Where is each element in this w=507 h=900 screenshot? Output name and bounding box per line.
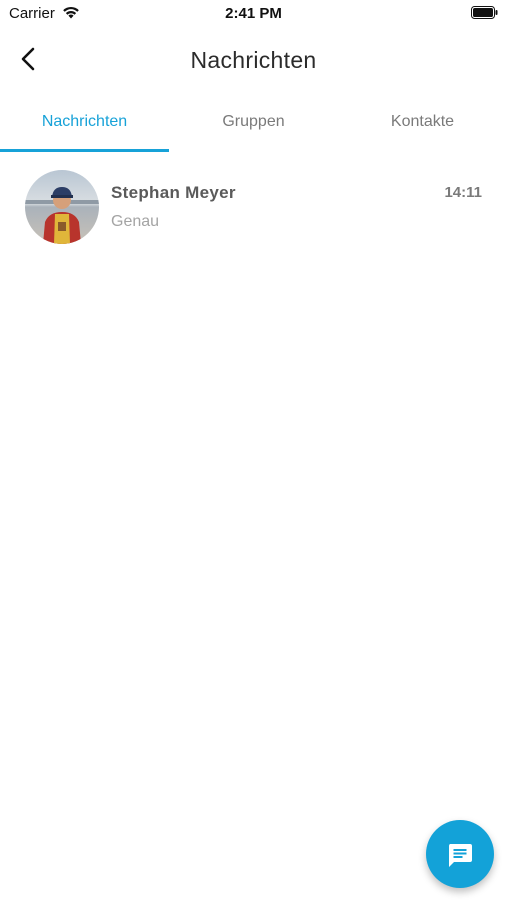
tab-kontakte[interactable]: Kontakte bbox=[338, 96, 507, 152]
new-message-button[interactable] bbox=[426, 820, 494, 888]
navigation-bar: Nachrichten bbox=[0, 28, 507, 94]
tab-gruppen[interactable]: Gruppen bbox=[169, 96, 338, 152]
tab-label: Gruppen bbox=[222, 113, 285, 130]
page-title: Nachrichten bbox=[190, 47, 317, 73]
tab-bar: Nachrichten Gruppen Kontakte bbox=[0, 96, 507, 152]
message-preview: Genau bbox=[111, 213, 160, 230]
list-item[interactable]: Stephan Meyer 14:11 Genau bbox=[0, 160, 507, 252]
tab-label: Kontakte bbox=[390, 113, 455, 130]
contact-name: Stephan Meyer bbox=[111, 183, 236, 202]
clock: 2:41 PM bbox=[225, 5, 282, 22]
tab-nachrichten[interactable]: Nachrichten bbox=[0, 96, 169, 152]
avatar bbox=[25, 170, 99, 244]
conversation-list: Stephan Meyer 14:11 Genau bbox=[0, 160, 507, 252]
battery-icon bbox=[471, 6, 498, 19]
tab-label: Nachrichten bbox=[41, 113, 128, 130]
chat-bubble-icon bbox=[448, 844, 472, 867]
message-time: 14:11 bbox=[444, 184, 482, 201]
status-bar: Carrier 2:41 PM bbox=[0, 0, 507, 28]
